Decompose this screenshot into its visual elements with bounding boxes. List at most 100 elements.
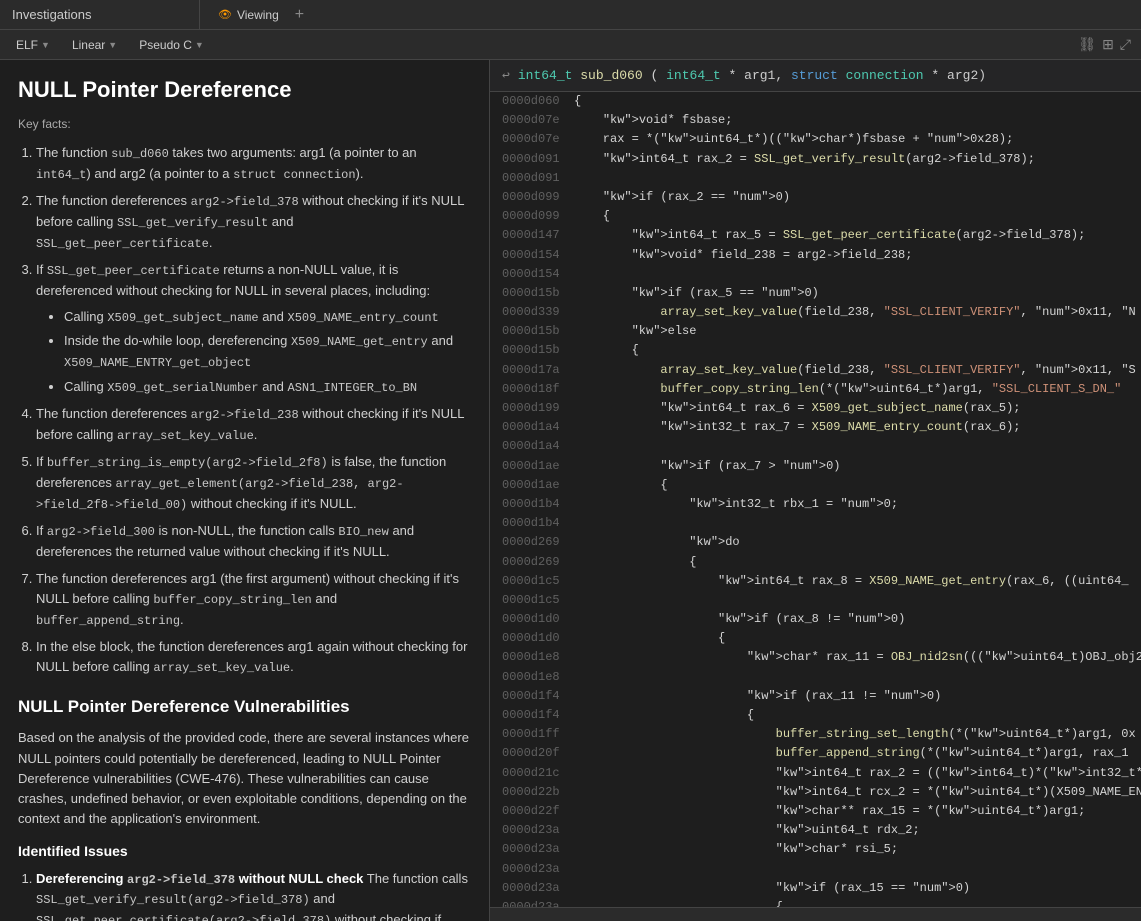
address-cell: 0000d269 — [490, 553, 570, 572]
address-cell: 0000d21c — [490, 764, 570, 783]
table-row: 0000d1ae "kw">if (rax_7 > "num">0) — [490, 457, 1141, 476]
address-cell: 0000d1e8 — [490, 668, 570, 687]
link-icon[interactable]: ⛓ — [1078, 36, 1096, 53]
table-row: 0000d23a "kw">uint64_t rdx_2; — [490, 821, 1141, 840]
address-cell: 0000d23a — [490, 860, 570, 879]
code-cell: "kw">int32_t rax_7 = X509_NAME_entry_cou… — [570, 418, 1141, 437]
table-row: 0000d23a — [490, 860, 1141, 879]
address-cell: 0000d1f4 — [490, 687, 570, 706]
disasm-table: 0000d060{0000d07e "kw">void* fsbase;0000… — [490, 92, 1141, 907]
address-cell: 0000d07e — [490, 130, 570, 149]
table-row: 0000d15b "kw">else — [490, 322, 1141, 341]
code-cell: buffer_append_string(*("kw">uint64_t*)ar… — [570, 744, 1141, 763]
address-cell: 0000d1b4 — [490, 495, 570, 514]
table-row: 0000d23a { — [490, 898, 1141, 907]
viewing-tab[interactable]: 👁 Viewing — [210, 5, 287, 25]
table-row: 0000d18f buffer_copy_string_len(*("kw">u… — [490, 380, 1141, 399]
table-row: 0000d099 "kw">if (rax_2 == "num">0) — [490, 188, 1141, 207]
fact-1: The function sub_d060 takes two argument… — [36, 143, 471, 184]
table-row: 0000d099 { — [490, 207, 1141, 226]
table-row: 0000d154 "kw">void* field_238 = arg2->fi… — [490, 246, 1141, 265]
code-cell: buffer_copy_string_len(*("kw">uint64_t*)… — [570, 380, 1141, 399]
address-cell: 0000d1b4 — [490, 514, 570, 533]
address-cell: 0000d091 — [490, 150, 570, 169]
elf-dropdown[interactable]: ELF ▼ — [10, 36, 56, 54]
address-cell: 0000d199 — [490, 399, 570, 418]
address-cell: 0000d23a — [490, 898, 570, 907]
vuln-title: NULL Pointer Dereference Vulnerabilities — [18, 694, 471, 720]
fact-7: The function dereferences arg1 (the firs… — [36, 569, 471, 630]
code-cell — [570, 437, 1141, 456]
columns-icon[interactable]: ⊞ — [1102, 36, 1114, 53]
table-row: 0000d15b "kw">if (rax_5 == "num">0) — [490, 284, 1141, 303]
code-cell: { — [570, 341, 1141, 360]
code-cell: buffer_string_set_length(*("kw">uint64_t… — [570, 725, 1141, 744]
table-row: 0000d339 array_set_key_value(field_238, … — [490, 303, 1141, 322]
address-cell: 0000d269 — [490, 533, 570, 552]
code-cell: "kw">char** rax_15 = *("kw">uint64_t*)ar… — [570, 802, 1141, 821]
fact-3-sub-1: Calling X509_get_subject_name and X509_N… — [64, 307, 471, 328]
left-panel: NULL Pointer Dereference Key facts: The … — [0, 60, 490, 921]
table-row: 0000d091 — [490, 169, 1141, 188]
fact-3-sub-3: Calling X509_get_serialNumber and ASN1_I… — [64, 377, 471, 398]
code-cell: "kw">uint64_t rdx_2; — [570, 821, 1141, 840]
code-cell: "kw">int64_t rax_2 = SSL_get_verify_resu… — [570, 150, 1141, 169]
address-cell: 0000d1e8 — [490, 648, 570, 667]
address-cell: 0000d060 — [490, 92, 570, 111]
address-cell: 0000d339 — [490, 303, 570, 322]
table-row: 0000d060{ — [490, 92, 1141, 111]
table-row: 0000d1ff buffer_string_set_length(*("kw"… — [490, 725, 1141, 744]
address-cell: 0000d099 — [490, 207, 570, 226]
table-row: 0000d199 "kw">int64_t rax_6 = X509_get_s… — [490, 399, 1141, 418]
func-signature: int64_t sub_d060 ( int64_t * arg1, struc… — [518, 68, 986, 83]
table-row: 0000d1c5 — [490, 591, 1141, 610]
investigations-title: Investigations — [12, 7, 92, 22]
issues-list: Dereferencing arg2->field_378 without NU… — [18, 869, 471, 921]
table-row: 0000d1d0 "kw">if (rax_8 != "num">0) — [490, 610, 1141, 629]
table-row: 0000d1b4 "kw">int32_t rbx_1 = "num">0; — [490, 495, 1141, 514]
linear-dropdown[interactable]: Linear ▼ — [66, 36, 123, 54]
address-cell: 0000d099 — [490, 188, 570, 207]
popout-icon[interactable]: ⤢ — [1120, 36, 1131, 53]
code-area[interactable]: 0000d060{0000d07e "kw">void* fsbase;0000… — [490, 92, 1141, 907]
add-tab-button[interactable]: + — [295, 6, 304, 24]
elf-label: ELF — [16, 38, 38, 52]
fact-6: If arg2->field_300 is non-NULL, the func… — [36, 521, 471, 562]
linear-label: Linear — [72, 38, 105, 52]
fact-2: The function dereferences arg2->field_37… — [36, 191, 471, 253]
top-bar-right: 👁 Viewing + — [200, 5, 1141, 25]
table-row: 0000d17a array_set_key_value(field_238, … — [490, 361, 1141, 380]
table-row: 0000d1e8 "kw">char* rax_11 = OBJ_nid2sn(… — [490, 648, 1141, 667]
issue-1: Dereferencing arg2->field_378 without NU… — [36, 869, 471, 921]
address-cell: 0000d07e — [490, 111, 570, 130]
table-row: 0000d1e8 — [490, 668, 1141, 687]
bottom-scrollbar[interactable] — [490, 907, 1141, 921]
address-cell: 0000d1d0 — [490, 610, 570, 629]
address-cell: 0000d23a — [490, 879, 570, 898]
address-cell: 0000d154 — [490, 246, 570, 265]
code-cell: "kw">if (rax_8 != "num">0) — [570, 610, 1141, 629]
code-cell: "kw">do — [570, 533, 1141, 552]
address-cell: 0000d22f — [490, 802, 570, 821]
code-cell: "kw">else — [570, 322, 1141, 341]
code-cell: { — [570, 92, 1141, 111]
code-cell: "kw">int64_t rax_5 = SSL_get_peer_certif… — [570, 226, 1141, 245]
back-arrow-icon: ↩ — [502, 68, 510, 83]
code-cell: { — [570, 476, 1141, 495]
table-row: 0000d07e rax = *("kw">uint64_t*)(("kw">c… — [490, 130, 1141, 149]
code-cell: "kw">void* field_238 = arg2->field_238; — [570, 246, 1141, 265]
table-row: 0000d22b "kw">int64_t rcx_2 = *("kw">uin… — [490, 783, 1141, 802]
table-row: 0000d20f buffer_append_string(*("kw">uin… — [490, 744, 1141, 763]
code-cell: "kw">if (rax_15 == "num">0) — [570, 879, 1141, 898]
pseudoc-dropdown[interactable]: Pseudo C ▼ — [133, 36, 210, 54]
code-cell — [570, 860, 1141, 879]
code-cell: "kw">int64_t rax_6 = X509_get_subject_na… — [570, 399, 1141, 418]
vuln-desc: Based on the analysis of the provided co… — [18, 728, 471, 829]
table-row: 0000d21c "kw">int64_t rax_2 = (("kw">int… — [490, 764, 1141, 783]
table-row: 0000d07e "kw">void* fsbase; — [490, 111, 1141, 130]
code-cell — [570, 265, 1141, 284]
table-row: 0000d1ae { — [490, 476, 1141, 495]
address-cell: 0000d154 — [490, 265, 570, 284]
code-cell: "kw">if (rax_5 == "num">0) — [570, 284, 1141, 303]
code-cell: { — [570, 706, 1141, 725]
